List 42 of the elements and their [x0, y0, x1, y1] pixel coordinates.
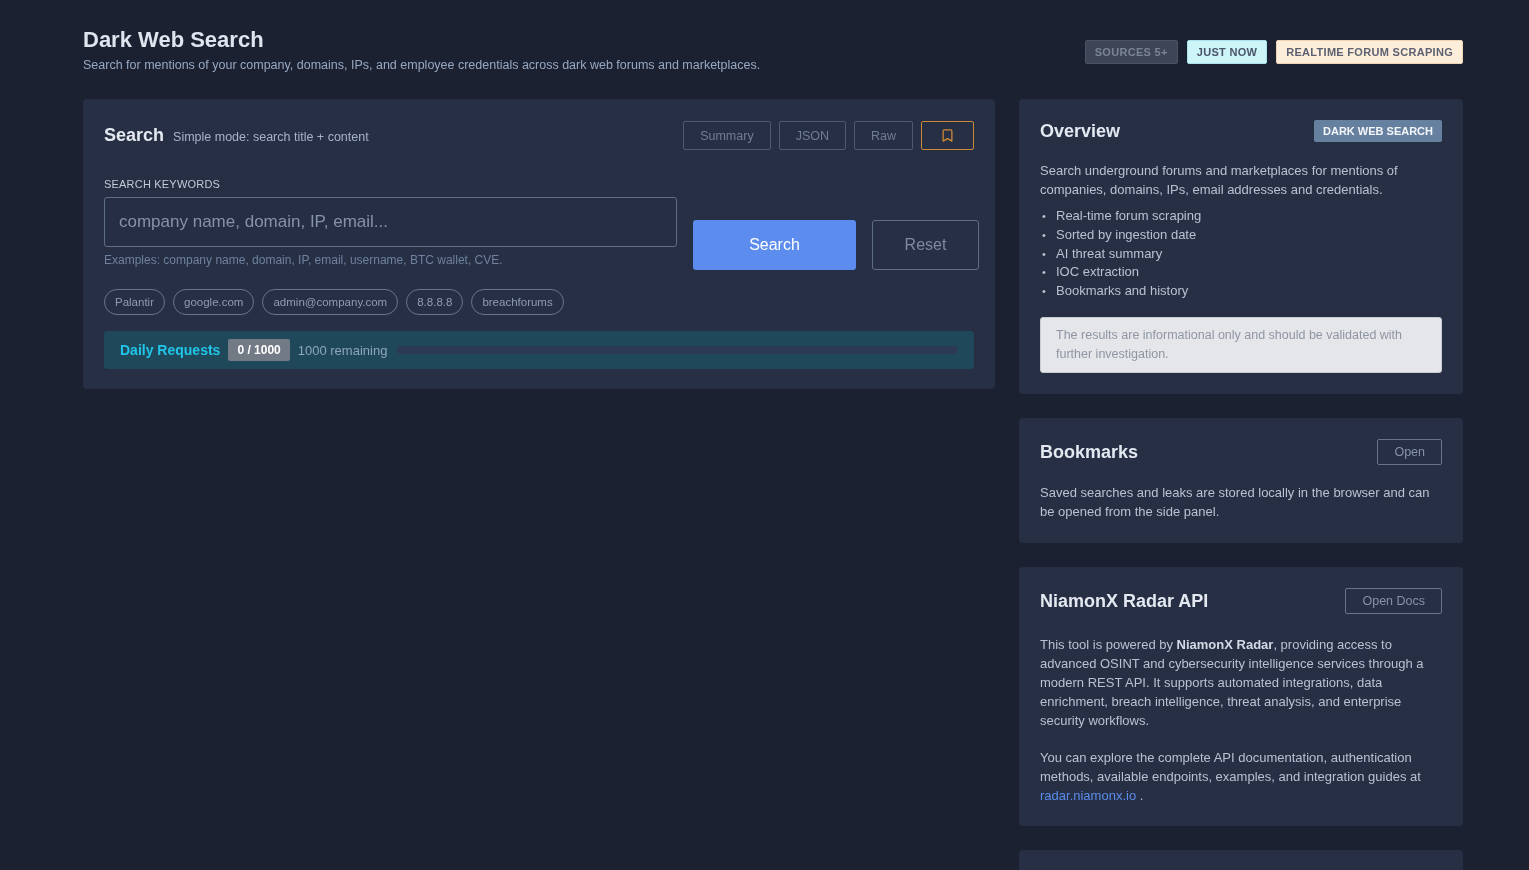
list-bullet: • [1041, 228, 1047, 244]
quota-count: 0 / 1000 [228, 339, 290, 361]
open-button[interactable]: Open [1377, 439, 1442, 466]
search-field[interactable]: company name, domain, IP, email... [104, 197, 677, 247]
overview-description: Search underground forums and marketplaces for mentions of companies, domains, IPs, email addresses and credentials. [1040, 162, 1399, 199]
feature-item: Real-time forum scraping [1056, 207, 1202, 226]
view-button[interactable]: Raw [854, 121, 913, 150]
docs-link[interactable]: radar.niamonx.io [1040, 788, 1137, 804]
api-intro: This tool is powered by NiamonX Radar, providing access to advanced OSINT and cybersecurity intelligence services through a modern REST API. It supports automated integrations, data enrichment, breach intelligence, threat analysis, and enterprise security workflows. [1040, 636, 1425, 731]
quota-remaining: 1000 remaining [297, 342, 388, 358]
bookmark-icon [940, 128, 955, 143]
examples-hint: Examples: company name, domain, IP, email, username, BTC wallet, CVE. [104, 253, 504, 267]
status-badge: REALTIME FORUM SCRAPING [1276, 40, 1463, 64]
card-title: NiamonX Radar API [1040, 590, 1209, 612]
list-bullet: • [1041, 246, 1047, 262]
view-button[interactable]: Summary [683, 121, 771, 150]
list-bullet: • [1041, 265, 1047, 281]
mode-label: Simple mode: search title + content [173, 130, 369, 144]
feature-item: AI threat summary [1056, 244, 1163, 263]
feature-item: Sorted by ingestion date [1056, 226, 1197, 245]
list-bullet: • [1041, 209, 1047, 225]
api-docs-text: You can explore the complete API documentation, authentication methods, available endpoints, examples, and integration guides at radar.niamonx.io . [1040, 749, 1422, 806]
open-docs-button[interactable]: Open Docs [1345, 588, 1442, 615]
field-label: SEARCH KEYWORDS [104, 178, 222, 190]
bookmark-button[interactable] [921, 121, 974, 150]
status-badge: SOURCES 5+ [1084, 40, 1178, 64]
quota-label: Daily Requests [120, 342, 221, 358]
reset-button[interactable]: Reset [872, 220, 979, 270]
feature-item: IOC extraction [1056, 263, 1140, 282]
search-button[interactable]: Search [693, 220, 856, 270]
card-title: Bookmarks [1040, 441, 1139, 463]
view-button[interactable]: JSON [778, 121, 846, 150]
page-title: Dark Web Search [83, 26, 265, 54]
overview-badge: DARK WEB SEARCH [1314, 120, 1442, 142]
feature-item: Bookmarks and history [1056, 282, 1189, 301]
status-badge: JUST NOW [1186, 40, 1268, 64]
list-bullet: • [1041, 284, 1047, 300]
bookmarks-text: Saved searches and leaks are stored locally in the browser and can be opened from the side panel. [1040, 484, 1431, 522]
page-subtitle: Search for mentions of your company, domains, IPs, and employee credentials across dark web forums and marketplaces. [83, 58, 761, 72]
card-title: Search [104, 125, 165, 146]
card-title: Overview [1040, 120, 1121, 142]
disclaimer-note: The results are informational only and should be validated with further investigation. [1040, 317, 1442, 374]
